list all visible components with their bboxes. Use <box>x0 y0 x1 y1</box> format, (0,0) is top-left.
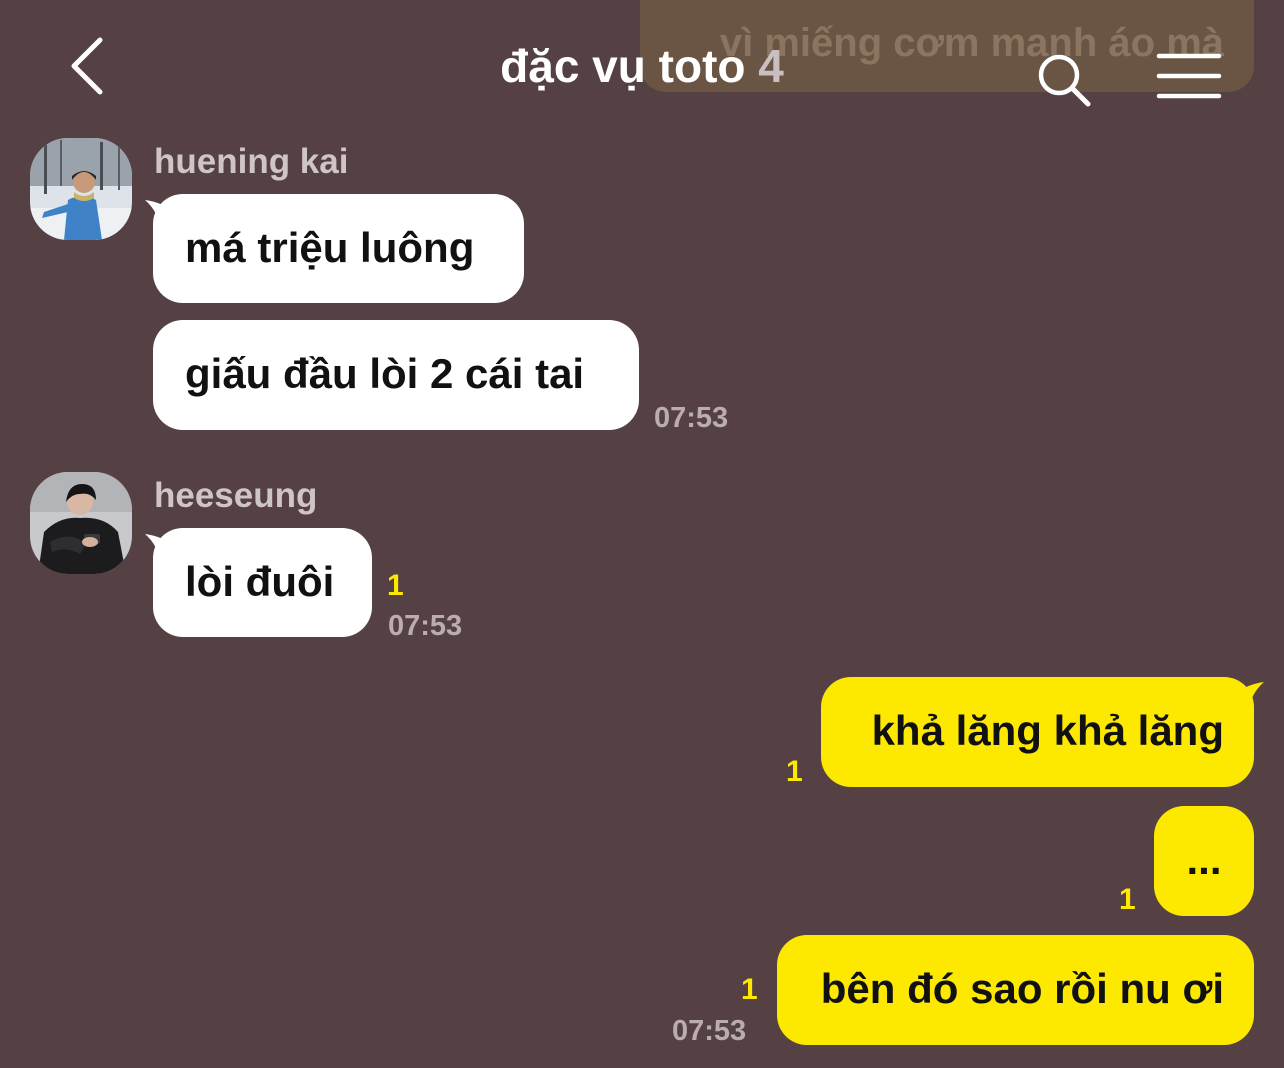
chevron-left-icon <box>71 37 103 95</box>
message-bubble[interactable]: giấu đầu lòi 2 cái tai <box>153 320 639 430</box>
hamburger-menu-icon <box>1156 53 1222 99</box>
message-text: má triệu luông <box>185 224 475 271</box>
avatar-heeseung[interactable] <box>30 472 132 574</box>
unread-count: 1 <box>1119 883 1136 916</box>
message-timestamp: 07:53 <box>388 610 463 642</box>
pinned-notice-text: vì miếng cơm manh áo mà <box>719 21 1224 65</box>
menu-button[interactable] <box>1156 52 1222 102</box>
avatar-huening-kai[interactable] <box>30 138 132 240</box>
unread-count: 1 <box>387 569 404 602</box>
avatar-photo <box>30 138 132 240</box>
avatar-photo <box>30 472 132 574</box>
message-text: lòi đuôi <box>185 558 335 605</box>
message-bubble[interactable]: bên đó sao rồi nu ơi <box>777 935 1254 1045</box>
sender-name: huening kai <box>154 142 349 181</box>
message-text: giấu đầu lòi 2 cái tai <box>185 350 585 397</box>
message-timestamp: 07:53 <box>672 1015 747 1047</box>
message-bubble[interactable]: má triệu luông <box>153 194 524 303</box>
search-icon <box>1038 54 1091 107</box>
message-bubble[interactable]: ... <box>1154 806 1254 916</box>
message-text: ... <box>1186 836 1222 883</box>
sender-name: heeseung <box>154 476 318 515</box>
search-button[interactable] <box>1032 50 1096 110</box>
message-bubble[interactable]: lòi đuôi <box>153 528 372 637</box>
message-timestamp: 07:53 <box>654 402 729 434</box>
message-text: bên đó sao rồi nu ơi <box>820 965 1224 1012</box>
back-button[interactable] <box>60 34 120 98</box>
unread-count: 1 <box>741 973 758 1006</box>
unread-count: 1 <box>786 755 803 788</box>
message-text: khả lăng khả lăng <box>871 707 1224 754</box>
message-bubble[interactable]: khả lăng khả lăng <box>821 677 1254 787</box>
